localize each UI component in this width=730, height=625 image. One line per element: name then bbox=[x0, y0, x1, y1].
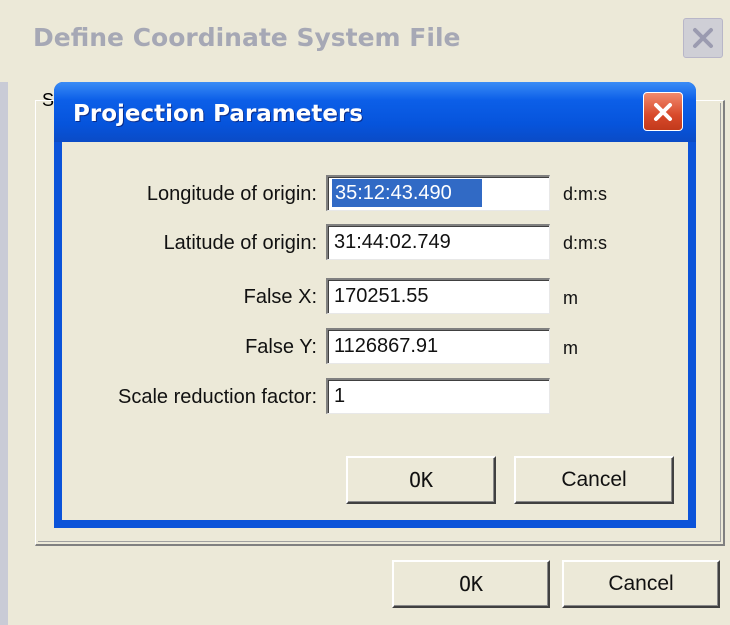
dialog-title-bar[interactable]: Projection Parameters bbox=[54, 82, 696, 142]
dialog-title: Projection Parameters bbox=[73, 101, 363, 127]
outer-cancel-button[interactable]: Cancel bbox=[562, 560, 720, 608]
scale-reduction-factor-input[interactable] bbox=[326, 378, 550, 414]
dialog-close-button[interactable] bbox=[643, 92, 683, 131]
outer-title-bar[interactable]: Define Coordinate System File bbox=[0, 0, 730, 82]
latitude-origin-input[interactable] bbox=[326, 224, 550, 260]
false-y-label: False Y: bbox=[245, 336, 317, 358]
close-x-icon bbox=[654, 102, 672, 121]
false-x-label: False X: bbox=[243, 286, 317, 308]
latitude-unit: d:m:s bbox=[563, 233, 608, 253]
longitude-origin-input[interactable] bbox=[326, 175, 550, 211]
false-x-input[interactable] bbox=[326, 278, 550, 314]
false-x-unit: m bbox=[563, 288, 578, 308]
longitude-origin-label: Longitude of origin: bbox=[146, 183, 317, 205]
false-y-input[interactable] bbox=[326, 328, 550, 364]
longitude-unit: d:m:s bbox=[563, 184, 608, 204]
outer-window-title: Define Coordinate System File bbox=[33, 23, 461, 52]
close-x-icon bbox=[693, 28, 713, 48]
false-y-unit: m bbox=[563, 338, 578, 358]
dialog-ok-button[interactable]: OK bbox=[346, 456, 496, 504]
dialog-cancel-button[interactable]: Cancel bbox=[514, 456, 674, 504]
outer-ok-button[interactable]: OK bbox=[392, 560, 550, 608]
outer-close-button[interactable] bbox=[683, 18, 723, 58]
window-frame-edge bbox=[0, 0, 8, 625]
latitude-origin-label: Latitude of origin: bbox=[163, 232, 317, 254]
scale-reduction-factor-label: Scale reduction factor: bbox=[118, 386, 317, 408]
